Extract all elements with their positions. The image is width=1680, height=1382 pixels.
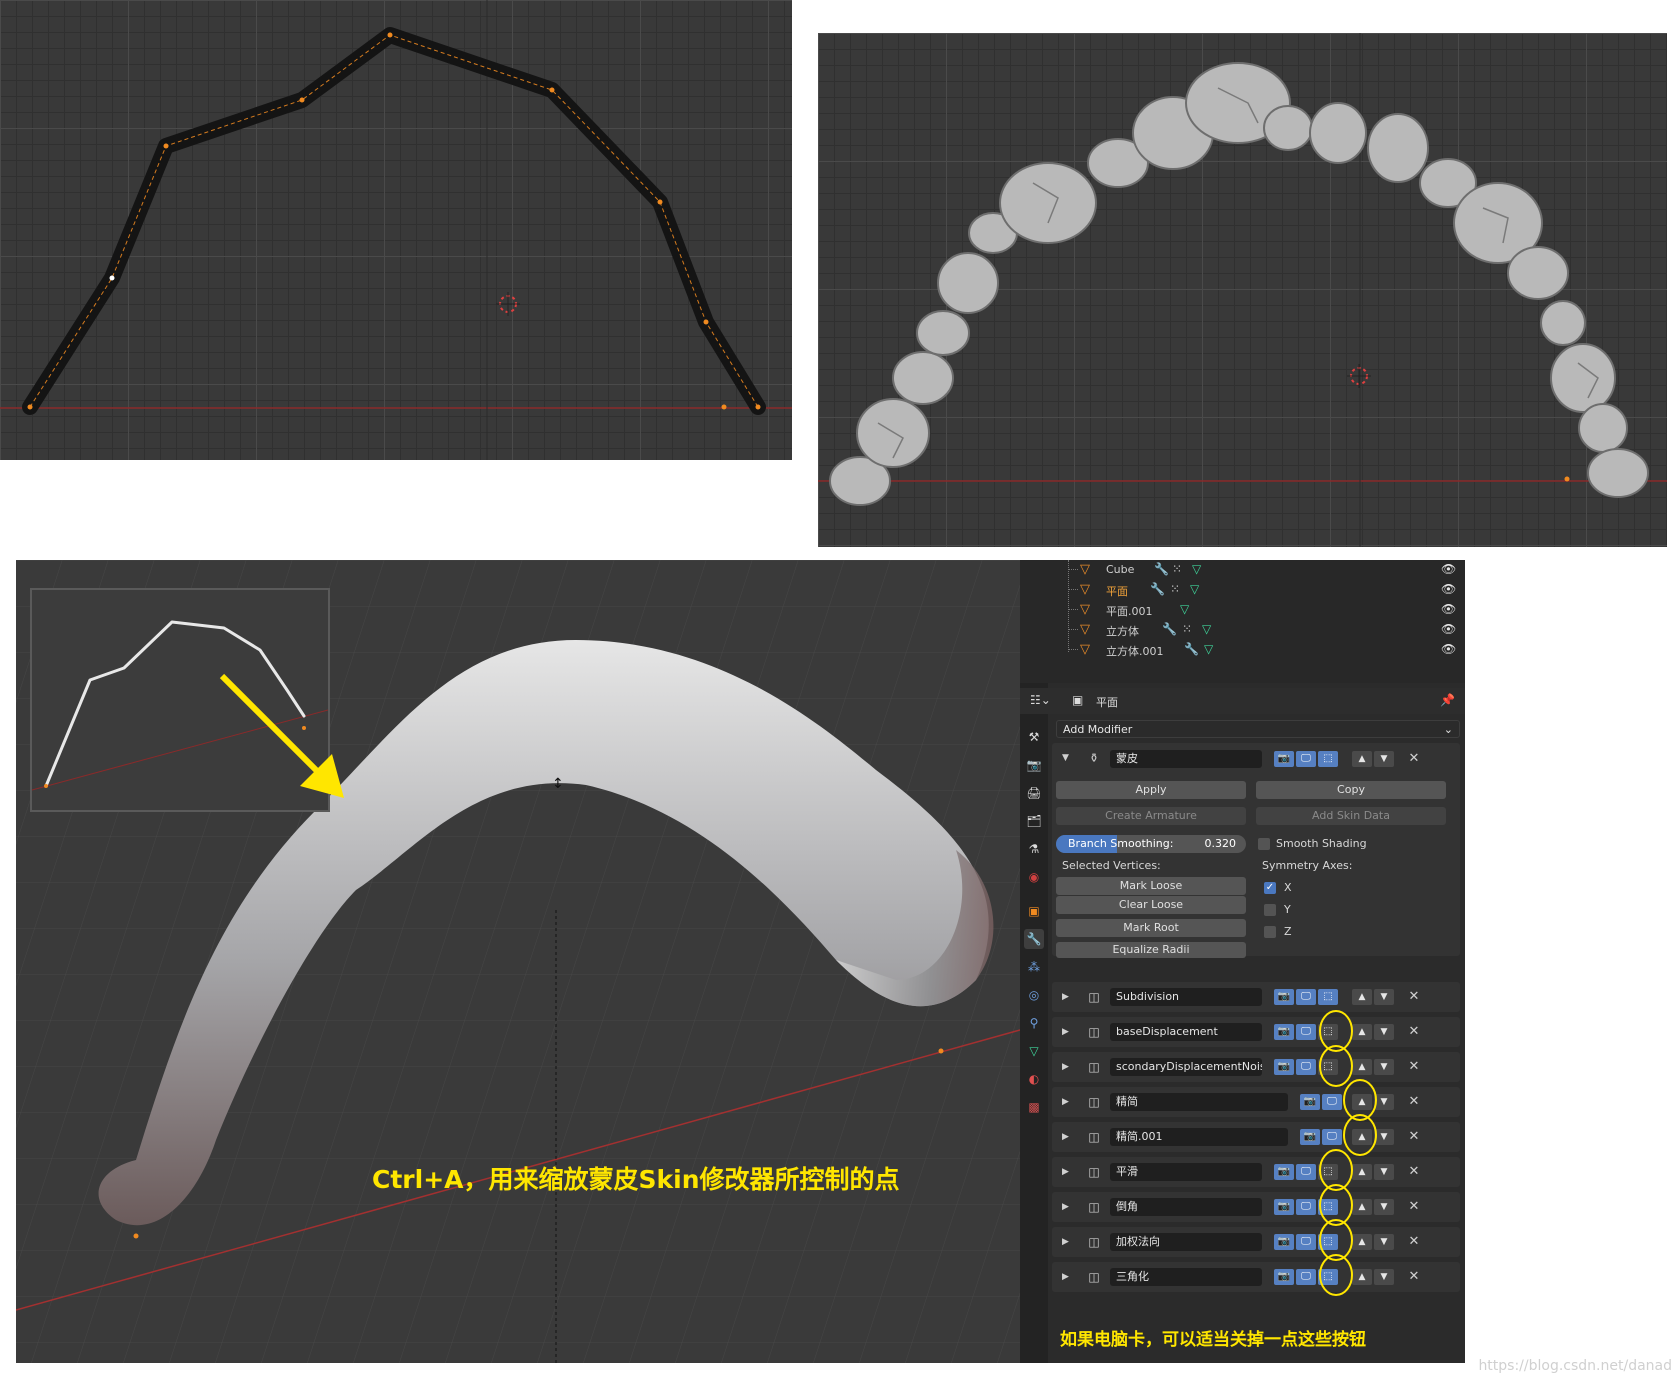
eye-icon[interactable]: 👁 [1441,562,1457,576]
mesh-object-icon: ▽ [1080,622,1090,637]
viewport-top-right[interactable] [818,33,1667,547]
rock-arch-mesh [818,33,1667,547]
axis-y-label: Y [1284,903,1291,916]
vertex-group-icon: ⁙ [1172,562,1183,576]
copy-button[interactable]: Copy [1256,781,1446,799]
editor-type-icon[interactable]: ☷⌄ [1030,693,1051,707]
outliner-item-name: Cube [1106,563,1135,576]
skin-edge-curve [0,0,792,460]
move-down-icon[interactable]: ▼ [1374,751,1394,767]
yellow-arrow-icon [219,673,344,798]
branch-smoothing-value: 0.320 [1204,837,1237,850]
wrench-icon: 🔧 [1184,642,1199,656]
move-up-icon[interactable]: ▲ [1352,751,1372,767]
vertex-group-icon: ⁙ [1182,622,1193,636]
add-skin-data-button[interactable]: Add Skin Data [1256,807,1446,825]
skin-modifier-icon: ⚱ [1088,751,1100,765]
annotation-circles [1319,1010,1377,1296]
axis-y-checkbox[interactable] [1264,904,1276,916]
mark-root-button[interactable]: Mark Root [1056,919,1246,937]
modifier-tab-icon[interactable]: 🔧 [1024,929,1044,949]
particles-tab-icon[interactable]: ⁂ [1024,957,1044,977]
render-toggle-icon[interactable]: 📷 [1274,751,1294,767]
outliner-item[interactable]: ▽ 平面 🔧 ⁙ ▽ 👁 [1020,580,1465,600]
add-modifier-label: Add Modifier [1063,723,1133,736]
mesh-object-icon: ▽ [1080,562,1090,577]
mesh-object-icon: ▽ [1080,642,1090,657]
mesh-object-icon: ▽ [1080,602,1090,617]
apply-button[interactable]: Apply [1056,781,1246,799]
object-icon: ▣ [1072,693,1084,707]
properties-editor[interactable]: ▽ Cube 🔧 ⁙ ▽ 👁 ▽ 平面 🔧 ⁙ ▽ 👁 ▽ 平面.001 ▽ 👁… [1020,560,1465,1363]
chevron-down-icon: ⌄ [1443,723,1453,736]
modifier-name-field[interactable]: 蒙皮 [1110,750,1262,768]
output-tab-icon[interactable]: 🖨 [1024,783,1044,803]
smooth-shading-label: Smooth Shading [1276,837,1367,850]
pin-icon[interactable]: 📌 [1440,693,1455,707]
create-armature-button[interactable]: Create Armature [1056,807,1246,825]
add-modifier-dropdown[interactable]: Add Modifier ⌄ [1056,720,1460,738]
object-name: 平面 [1096,696,1118,709]
viewport-top-left[interactable] [0,0,792,460]
smooth-shading-checkbox[interactable] [1258,838,1270,850]
mesh-data-icon: ▽ [1190,582,1200,596]
watermark: https://blog.csdn.net/danad [1478,1358,1672,1374]
3d-cursor-icon [496,292,520,316]
outliner-item-name: 平面.001 [1106,605,1153,618]
axis-x-label: X [1284,881,1292,894]
panel-caption: 如果电脑卡，可以适当关掉一点这些按钮 [1060,1330,1366,1350]
viewport-bottom[interactable]: ↕ Ctrl+A，用来缩放蒙皮Skin修改器所控制的点 [16,560,1020,1363]
axis-x-checkbox[interactable]: ✓ [1264,882,1276,894]
outliner-item[interactable]: ▽ 立方体.001 🔧 ▽ 👁 [1020,640,1465,660]
close-icon[interactable]: ✕ [1406,751,1422,767]
symmetry-axes-label: Symmetry Axes: [1262,859,1353,872]
vertex-group-icon: ⁙ [1170,582,1181,596]
collapse-icon[interactable]: ▼ [1062,751,1072,765]
axis-z-checkbox[interactable] [1264,926,1276,938]
svg-text:↕: ↕ [552,776,564,792]
world-tab-icon[interactable]: ◉ [1024,867,1044,887]
outliner-item[interactable]: ▽ 平面.001 ▽ 👁 [1020,600,1465,620]
mesh-data-icon: ▽ [1202,622,1212,636]
mark-loose-button[interactable]: Mark Loose [1056,877,1246,895]
outliner-item-name: 立方体 [1106,625,1139,638]
outliner-item[interactable]: ▽ 立方体 🔧 ⁙ ▽ 👁 [1020,620,1465,640]
outliner-item-name: 立方体.001 [1106,645,1164,658]
outliner-item[interactable]: ▽ Cube 🔧 ⁙ ▽ 👁 [1020,560,1465,580]
mesh-data-icon: ▽ [1204,642,1214,656]
view-layer-tab-icon[interactable]: 🗂 [1024,811,1044,831]
selected-vertices-label: Selected Vertices: [1062,859,1161,872]
wrench-icon: 🔧 [1162,622,1177,636]
skin-modifier-panel: ▼ ⚱ 蒙皮 📷 🖵 ⬚ ▲ ▼ ✕ Apply Copy Create Arm… [1052,743,1460,958]
editmode-toggle-icon[interactable]: ⬚ [1318,751,1338,767]
object-tab-icon[interactable]: ▣ [1024,901,1044,921]
outliner-item-name: 平面 [1106,585,1128,598]
properties-header: ☷⌄ ▣ 平面 📌 [1020,688,1465,714]
clear-loose-button[interactable]: Clear Loose [1056,896,1246,914]
wrench-icon: 🔧 [1150,582,1165,596]
tool-tab-icon[interactable]: ⚒ [1024,727,1044,747]
axis-z-label: Z [1284,925,1292,938]
viewport-toggle-icon[interactable]: 🖵 [1296,751,1316,767]
viewport-caption: Ctrl+A，用来缩放蒙皮Skin修改器所控制的点 [372,1165,900,1194]
branch-smoothing-label: Branch Smoothing: [1068,837,1174,850]
equalize-radii-button[interactable]: Equalize Radii [1056,942,1246,958]
eye-icon[interactable]: 👁 [1441,582,1457,596]
mesh-object-icon: ▽ [1080,582,1090,597]
wrench-icon: 🔧 [1154,562,1169,576]
mesh-data-icon: ▽ [1192,562,1202,576]
mesh-data-icon: ▽ [1180,602,1190,616]
branch-smoothing-slider[interactable]: Branch Smoothing: 0.320 [1056,835,1246,853]
outliner[interactable]: ▽ Cube 🔧 ⁙ ▽ 👁 ▽ 平面 🔧 ⁙ ▽ 👁 ▽ 平面.001 ▽ 👁… [1020,560,1465,683]
eye-icon[interactable]: 👁 [1441,602,1457,616]
scene-tab-icon[interactable]: ⚗ [1024,839,1044,859]
3d-cursor-icon [1347,364,1371,388]
eye-icon[interactable]: 👁 [1441,622,1457,636]
render-tab-icon[interactable]: 📷 [1024,755,1044,775]
eye-icon[interactable]: 👁 [1441,642,1457,656]
